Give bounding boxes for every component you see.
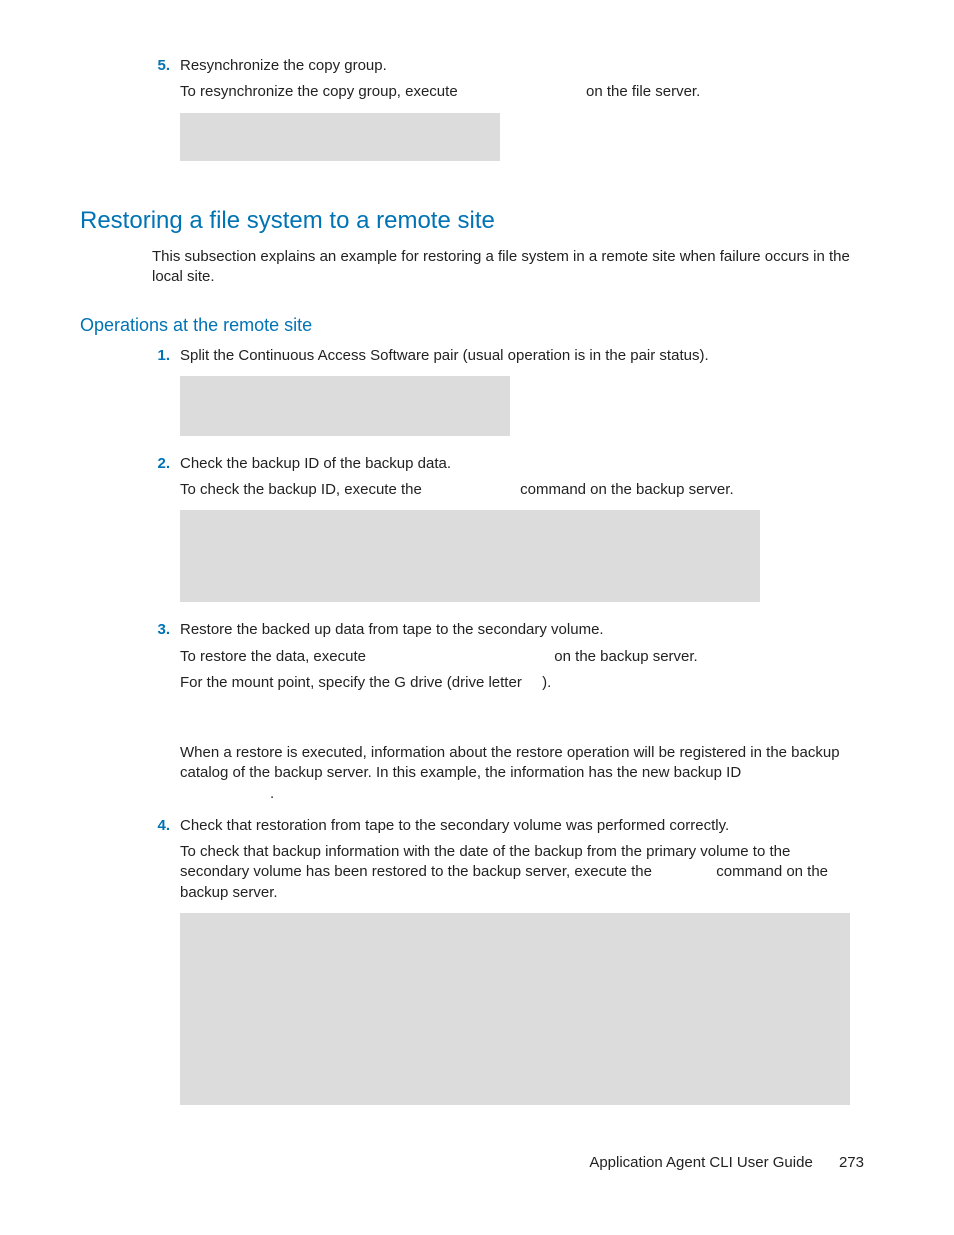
step-2: 2. Check the backup ID of the backup dat…	[152, 454, 874, 617]
section-intro: This subsection explains an example for …	[152, 247, 874, 288]
step-5: 5. Resynchronize the copy group. To resy…	[152, 56, 874, 175]
step-detail: To check that backup information with th…	[180, 842, 860, 903]
section-heading-restoring: Restoring a file system to a remote site	[80, 205, 874, 237]
footer-title: Application Agent CLI User Guide	[589, 1154, 812, 1171]
code-block-large	[180, 913, 850, 1105]
code-block	[180, 376, 510, 436]
remote-steps-list: 1. Split the Continuous Access Software …	[152, 346, 874, 1119]
step-detail: To resynchronize the copy group, execute…	[180, 82, 860, 102]
step-number: 4.	[152, 816, 180, 1119]
step-number: 2.	[152, 454, 180, 617]
step-detail: To check the backup ID, execute the comm…	[180, 480, 860, 500]
step-title: Check that restoration from tape to the …	[180, 816, 860, 836]
step-title: Check the backup ID of the backup data.	[180, 454, 860, 474]
step-title: Split the Continuous Access Software pai…	[180, 346, 860, 366]
spacer	[180, 693, 874, 737]
step-number: 5.	[152, 56, 180, 175]
page-footer: Application Agent CLI User Guide 273	[589, 1153, 864, 1173]
step-title: Restore the backed up data from tape to …	[180, 620, 860, 640]
step-1: 1. Split the Continuous Access Software …	[152, 346, 874, 450]
step-3: 3. Restore the backed up data from tape …	[152, 620, 874, 804]
code-block	[180, 510, 760, 602]
continued-list: 5. Resynchronize the copy group. To resy…	[152, 56, 874, 175]
step-title: Resynchronize the copy group.	[180, 56, 860, 76]
step-detail-2: For the mount point, specify the G drive…	[180, 673, 860, 693]
step-number: 3.	[152, 620, 180, 804]
step-detail: To restore the data, execute on the back…	[180, 647, 860, 667]
step-number: 1.	[152, 346, 180, 450]
code-block	[180, 113, 500, 161]
step-4: 4. Check that restoration from tape to t…	[152, 816, 874, 1119]
subsection-heading-operations: Operations at the remote site	[80, 313, 874, 337]
step-post-note: When a restore is executed, information …	[180, 743, 860, 804]
page-number: 273	[839, 1154, 864, 1171]
